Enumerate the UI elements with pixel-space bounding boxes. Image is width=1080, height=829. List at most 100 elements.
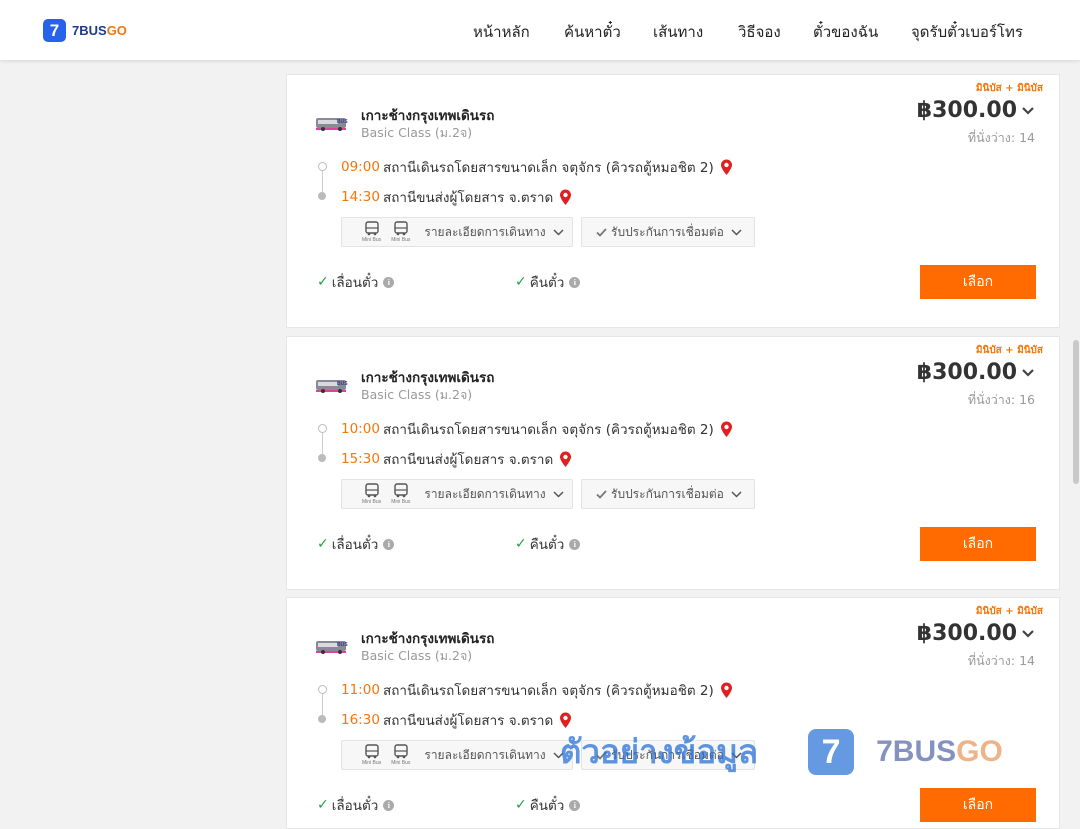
page-scrollbar[interactable] bbox=[1072, 60, 1080, 800]
svg-text:BUS: BUS bbox=[337, 119, 348, 125]
vehicle-tag: มินิบัส + มินิบัส bbox=[975, 345, 1043, 356]
price: ฿300.00 bbox=[916, 98, 1017, 123]
arrival-stop: 14:30 สถานีขนส่งผู้โดยสาร จ.ตราด bbox=[341, 186, 572, 208]
timeline-end-dot bbox=[318, 715, 326, 723]
nav-routes[interactable]: เส้นทาง bbox=[653, 20, 703, 44]
arrival-stop: 16:30 สถานีขนส่งผู้โดยสาร จ.ตราด bbox=[341, 709, 572, 731]
arrival-time: 16:30 bbox=[341, 712, 380, 728]
timeline-start-dot bbox=[318, 685, 327, 694]
policy-refund: ✓ คืนตั๋ว i bbox=[515, 271, 581, 293]
info-icon[interactable]: i bbox=[569, 538, 581, 550]
departure-stop: 10:00 สถานีเดินรถโดยสารขนาดเล็ก จตุจักร … bbox=[341, 418, 733, 440]
route-detail-dropdown[interactable]: Mini Bus Mini Bus รายละเอียดการเดินทาง bbox=[341, 740, 573, 770]
trip-card: มินิบัส + มินิบัส BUS เกาะช้างกรุงเทพเดิ… bbox=[286, 597, 1060, 829]
info-icon[interactable]: i bbox=[383, 538, 395, 550]
nav-ticket-pickup-phone[interactable]: จุดรับตั๋วเบอร์โทร bbox=[911, 20, 1023, 44]
departure-stop: 09:00 สถานีเดินรถโดยสารขนาดเล็ก จตุจักร … bbox=[341, 156, 733, 178]
sample-data-watermark: ตัวอย่างข้อมูล 7 7BUSGO bbox=[560, 725, 1003, 778]
vehicle-tag: มินิบัส + มินิบัส bbox=[975, 83, 1043, 94]
seats-available: ที่นั่งว่าง: 16 bbox=[967, 392, 1035, 407]
map-pin-icon[interactable] bbox=[559, 451, 572, 468]
route-detail-dropdown[interactable]: Mini Bus Mini Bus รายละเอียดการเดินทาง bbox=[341, 217, 573, 247]
map-pin-icon[interactable] bbox=[559, 189, 572, 206]
watermark-text: ตัวอย่างข้อมูล bbox=[560, 732, 759, 771]
departure-station: สถานีเดินรถโดยสารขนาดเล็ก จตุจักร (คิวรถ… bbox=[383, 422, 714, 438]
chevron-down-icon bbox=[1022, 629, 1034, 638]
watermark-brand: 7BUSGO bbox=[876, 734, 1003, 768]
info-icon[interactable]: i bbox=[383, 799, 395, 811]
chevron-down-icon bbox=[731, 490, 742, 498]
select-trip-button[interactable]: เลือก bbox=[920, 527, 1036, 561]
scrollbar-thumb[interactable] bbox=[1073, 340, 1079, 484]
operator-logo-icon: BUS bbox=[316, 118, 348, 131]
connection-guarantee-label: รับประกันการเชื่อมต่อ bbox=[611, 486, 724, 501]
seats-available: ที่นั่งว่าง: 14 bbox=[967, 653, 1035, 668]
route-detail-label: รายละเอียดการเดินทาง bbox=[424, 224, 546, 239]
nav-my-tickets[interactable]: ตั๋วของฉัน bbox=[813, 20, 878, 44]
price-toggle[interactable]: ฿300.00 bbox=[917, 621, 1035, 646]
route-detail-label: รายละเอียดการเดินทาง bbox=[424, 486, 546, 501]
price: ฿300.00 bbox=[916, 621, 1017, 646]
connection-guarantee-label: รับประกันการเชื่อมต่อ bbox=[611, 224, 724, 239]
nav-home[interactable]: หน้าหลัก bbox=[473, 20, 530, 44]
watermark-logo-icon: 7 bbox=[808, 728, 855, 775]
price-toggle[interactable]: ฿300.00 bbox=[917, 360, 1035, 385]
service-class: Basic Class (ม.2จ) bbox=[361, 648, 473, 663]
map-pin-icon[interactable] bbox=[720, 682, 733, 699]
svg-text:BUS: BUS bbox=[337, 642, 348, 648]
chevron-down-icon bbox=[1022, 368, 1034, 377]
check-icon: ✓ bbox=[515, 797, 527, 813]
map-pin-icon[interactable] bbox=[720, 159, 733, 176]
connection-guarantee-dropdown[interactable]: รับประกันการเชื่อมต่อ bbox=[581, 217, 755, 247]
check-icon: ✓ bbox=[317, 797, 329, 813]
connection-guarantee-dropdown[interactable]: รับประกันการเชื่อมต่อ bbox=[581, 479, 755, 509]
trip-card: มินิบัส + มินิบัส BUS เกาะช้างกรุงเทพเดิ… bbox=[286, 74, 1060, 328]
minibus-icon: Mini Bus bbox=[362, 221, 381, 243]
info-icon[interactable]: i bbox=[383, 276, 395, 288]
check-icon bbox=[596, 489, 607, 499]
arrival-time: 15:30 bbox=[341, 451, 380, 467]
timeline-end-dot bbox=[318, 192, 326, 200]
check-icon: ✓ bbox=[515, 536, 527, 552]
minibus-icon: Mini Bus bbox=[391, 221, 410, 243]
chevron-down-icon bbox=[731, 228, 742, 236]
minibus-icon: Mini Bus bbox=[391, 744, 410, 766]
route-detail-dropdown[interactable]: Mini Bus Mini Bus รายละเอียดการเดินทาง bbox=[341, 479, 573, 509]
departure-stop: 11:00 สถานีเดินรถโดยสารขนาดเล็ก จตุจักร … bbox=[341, 679, 733, 701]
arrival-stop: 15:30 สถานีขนส่งผู้โดยสาร จ.ตราด bbox=[341, 448, 572, 470]
map-pin-icon[interactable] bbox=[720, 421, 733, 438]
price-toggle[interactable]: ฿300.00 bbox=[917, 98, 1035, 123]
svg-text:BUS: BUS bbox=[337, 381, 348, 387]
info-icon[interactable]: i bbox=[569, 799, 581, 811]
nav-how-to-book[interactable]: วิธีจอง bbox=[738, 20, 781, 44]
nav-search-ticket[interactable]: ค้นหาตั๋ว bbox=[564, 20, 621, 44]
timeline-start-dot bbox=[318, 162, 327, 171]
chevron-down-icon bbox=[553, 228, 564, 236]
main-nav: หน้าหลัก ค้นหาตั๋ว เส้นทาง วิธีจอง ตั๋วข… bbox=[0, 20, 1080, 41]
check-icon: ✓ bbox=[317, 274, 329, 290]
arrival-station: สถานีขนส่งผู้โดยสาร จ.ตราด bbox=[383, 190, 554, 206]
departure-time: 11:00 bbox=[341, 682, 380, 698]
service-class: Basic Class (ม.2จ) bbox=[361, 387, 473, 402]
policy-refund: ✓ คืนตั๋ว i bbox=[515, 533, 581, 555]
minibus-icon: Mini Bus bbox=[391, 483, 410, 505]
info-icon[interactable]: i bbox=[569, 276, 581, 288]
route-detail-label: รายละเอียดการเดินทาง bbox=[424, 747, 546, 762]
operator-logo-icon: BUS bbox=[316, 641, 348, 654]
departure-time: 09:00 bbox=[341, 159, 380, 175]
check-icon bbox=[596, 227, 607, 237]
arrival-station: สถานีขนส่งผู้โดยสาร จ.ตราด bbox=[383, 452, 554, 468]
operator-logo-icon: BUS bbox=[316, 380, 348, 393]
departure-station: สถานีเดินรถโดยสารขนาดเล็ก จตุจักร (คิวรถ… bbox=[383, 683, 714, 699]
select-trip-button[interactable]: เลือก bbox=[920, 265, 1036, 299]
top-navigation-bar: 7 7BUSGO หน้าหลัก ค้นหาตั๋ว เส้นทาง วิธี… bbox=[0, 0, 1080, 60]
arrival-station: สถานีขนส่งผู้โดยสาร จ.ตราด bbox=[383, 713, 554, 729]
price: ฿300.00 bbox=[916, 360, 1017, 385]
service-class: Basic Class (ม.2จ) bbox=[361, 125, 473, 140]
minibus-icon: Mini Bus bbox=[362, 483, 381, 505]
departure-station: สถานีเดินรถโดยสารขนาดเล็ก จตุจักร (คิวรถ… bbox=[383, 160, 714, 176]
check-icon: ✓ bbox=[515, 274, 527, 290]
select-trip-button[interactable]: เลือก bbox=[920, 788, 1036, 822]
policy-reschedule: ✓ เลื่อนตั๋ว i bbox=[317, 533, 395, 555]
arrival-time: 14:30 bbox=[341, 189, 380, 205]
